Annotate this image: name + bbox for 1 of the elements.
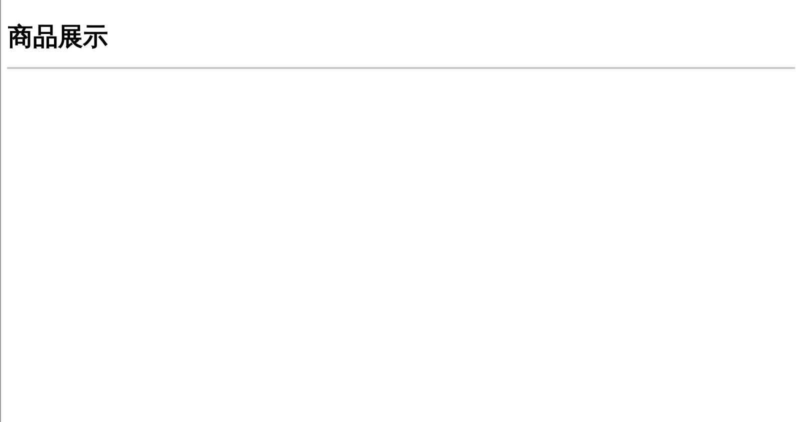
page-heading: 商品展示 xyxy=(7,21,109,53)
